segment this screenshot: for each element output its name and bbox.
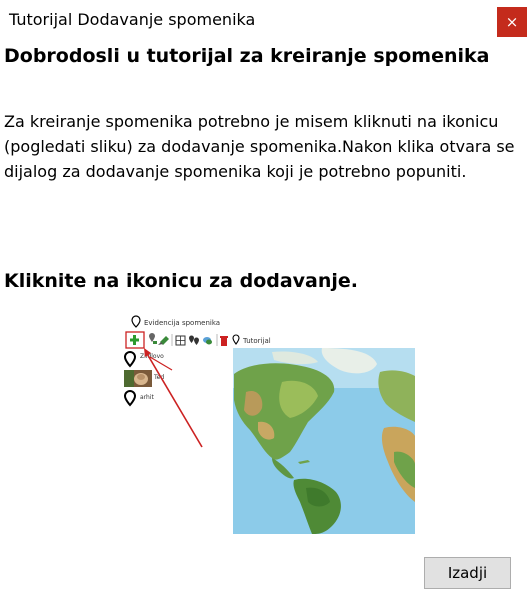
close-button[interactable]: ×	[497, 7, 527, 37]
page-heading: Dobrodosli u tutorijal za kreiranje spom…	[4, 45, 490, 67]
tutorial-screenshot: Evidencija spomenika Tutorijal Zildlovo …	[122, 312, 415, 534]
tutorial-screenshot-image: Evidencija spomenika Tutorijal Zildlovo …	[123, 315, 415, 534]
screenshot-list-pin-3	[123, 390, 137, 407]
screenshot-route-icon	[189, 335, 199, 345]
screenshot-list-item-3: arhit	[140, 394, 155, 401]
screenshot-edit-pin-icon	[149, 333, 157, 344]
screenshot-layers-icon	[203, 337, 212, 345]
close-icon: ×	[505, 13, 519, 31]
screenshot-list-thumbnail	[124, 370, 152, 387]
screenshot-world-map	[233, 348, 415, 534]
exit-button[interactable]: Izadji	[424, 557, 511, 589]
screenshot-list-item-1: Zildlovo	[140, 353, 164, 360]
screenshot-tutorial-label: Tutorijal	[242, 337, 271, 345]
screenshot-delete-icon	[220, 336, 228, 346]
instruction-heading: Kliknite na ikonicu za dodavanje.	[4, 270, 359, 292]
instructions-paragraph: Za kreiranje spomenika potrebno je misem…	[4, 112, 515, 181]
screenshot-marker-icon	[158, 336, 169, 345]
screenshot-grid-icon	[175, 335, 186, 346]
screenshot-tutorial-pin-icon	[232, 334, 240, 345]
window-title: Tutorijal Dodavanje spomenika	[9, 10, 256, 29]
title-bar: Tutorijal Dodavanje spomenika ×	[0, 0, 527, 40]
screenshot-window-title: Evidencija spomenika	[144, 319, 220, 327]
screenshot-list-pin-1	[123, 351, 137, 368]
screenshot-pin-icon	[131, 315, 141, 328]
